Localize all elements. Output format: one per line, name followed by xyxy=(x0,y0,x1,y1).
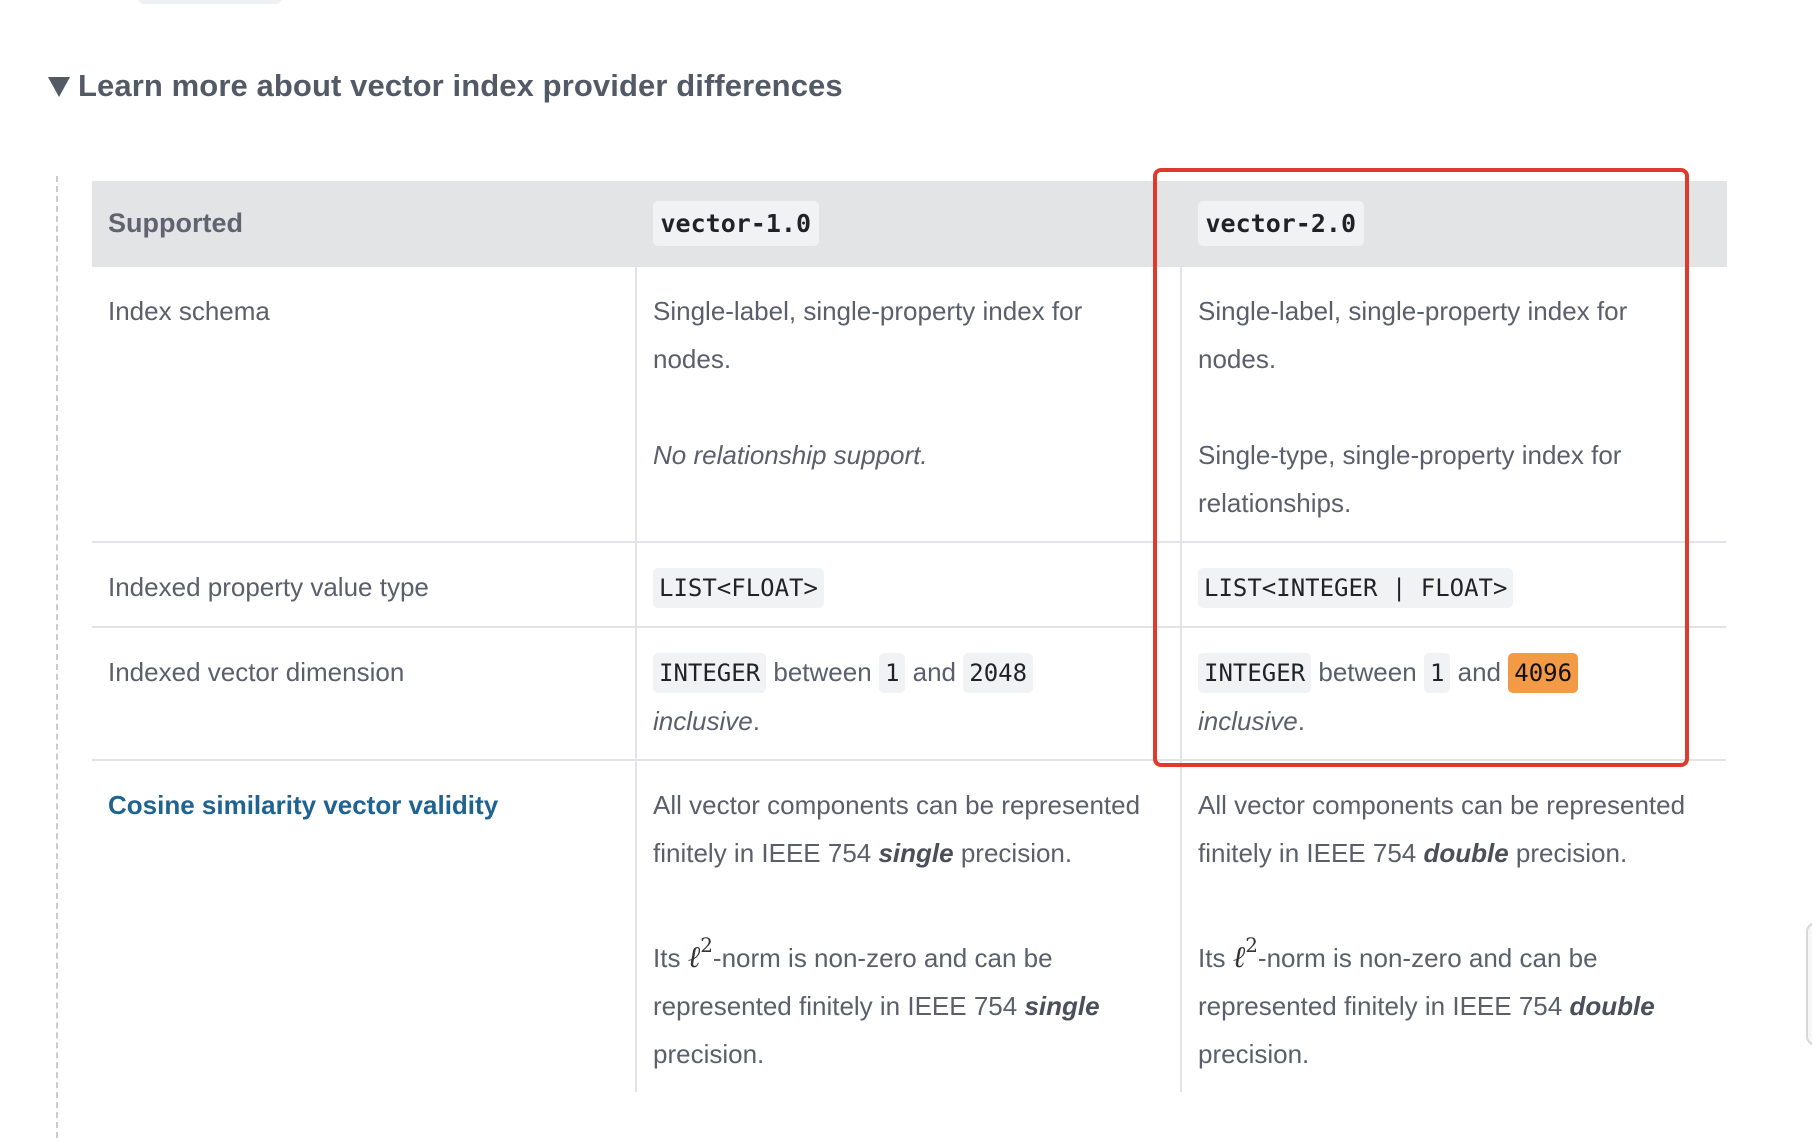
cell-value-type-v2: LIST<INTEGER | FLOAT> xyxy=(1180,541,1726,627)
row-label-cosine: Cosine similarity vector validity xyxy=(92,759,636,1092)
table-row: Indexed property value type LIST<FLOAT> … xyxy=(92,541,1726,627)
dimension-v2-between: between xyxy=(1318,657,1417,687)
details-summary[interactable]: Learn more about vector index provider d… xyxy=(48,68,843,104)
cosine-v1-norm-precision-word: single xyxy=(1024,991,1100,1021)
header-vector-1-code: vector-1.0 xyxy=(652,200,820,246)
edge-scroll-handle[interactable] xyxy=(1806,922,1812,1046)
header-vector-2: vector-2.0 xyxy=(1181,181,1727,266)
dimension-v2-inclusive: inclusive xyxy=(1198,706,1298,736)
cosine-v2-components: All vector components can be represented… xyxy=(1198,781,1710,877)
cosine-v1-its: Its xyxy=(653,943,681,973)
dimension-v1-and: and xyxy=(912,657,957,687)
cell-dimension-v1: INTEGER between 1 and 2048 inclusive. xyxy=(635,626,1181,760)
table-row: Indexed vector dimension INTEGER between… xyxy=(92,626,1726,760)
value-type-v2-code: LIST<INTEGER | FLOAT> xyxy=(1198,568,1514,608)
cosine-v1-norm: Its ℓ2-norm is non-zero and can be repre… xyxy=(653,925,1164,1078)
index-schema-v1-no-rel: No relationship support. xyxy=(653,440,928,470)
triangle-down-icon[interactable] xyxy=(48,77,70,97)
cell-index-schema-v2: Single-label, single-property index for … xyxy=(1180,265,1726,542)
dimension-v2-integer: INTEGER xyxy=(1198,653,1312,693)
cosine-v2-norm-precision-word: double xyxy=(1569,991,1655,1021)
table-row: Cosine similarity vector validity All ve… xyxy=(92,759,1726,1092)
cosine-v1-norm-precision: precision. xyxy=(653,1039,765,1069)
dimension-v1-min: 1 xyxy=(878,653,906,693)
cosine-v2-precision-word: double xyxy=(1423,838,1509,868)
dimension-v2-max-highlighted: 4096 xyxy=(1508,653,1579,693)
l2-norm-symbol: ℓ2 xyxy=(687,933,713,975)
dimension-v2-period: . xyxy=(1297,706,1305,736)
table-row: Index schema Single-label, single-proper… xyxy=(92,265,1726,542)
header-vector-1: vector-1.0 xyxy=(636,181,1182,266)
docs-page: Learn more about vector index provider d… xyxy=(0,0,1812,1138)
cosine-similarity-link[interactable]: Cosine similarity vector validity xyxy=(108,790,498,820)
dimension-v1-period: . xyxy=(752,706,760,736)
value-type-v1-code: LIST<FLOAT> xyxy=(653,568,824,608)
index-schema-v2-relationships: Single-type, single-property index for r… xyxy=(1198,440,1622,518)
details-summary-label[interactable]: Learn more about vector index provider d… xyxy=(78,68,843,104)
l2-norm-symbol: ℓ2 xyxy=(1232,933,1258,975)
cosine-v2-norm: Its ℓ2-norm is non-zero and can be repre… xyxy=(1198,925,1710,1078)
row-label-value-type: Indexed property value type xyxy=(92,541,636,627)
index-schema-v1-nodes: Single-label, single-property index for … xyxy=(653,296,1083,374)
top-code-stub xyxy=(138,0,282,4)
dimension-v2-min: 1 xyxy=(1423,653,1451,693)
header-supported: Supported xyxy=(92,181,637,266)
cosine-v2-its: Its xyxy=(1198,943,1226,973)
table-header-row: Supported vector-1.0 vector-2.0 xyxy=(92,181,1727,266)
row-label-index-schema: Index schema xyxy=(92,265,636,542)
header-vector-2-code: vector-2.0 xyxy=(1197,200,1365,246)
cell-cosine-v2: All vector components can be represented… xyxy=(1180,759,1726,1092)
provider-comparison-table: Supported vector-1.0 vector-2.0 Index sc… xyxy=(92,181,1727,1092)
dimension-v1-max: 2048 xyxy=(963,653,1034,693)
cell-index-schema-v1: Single-label, single-property index for … xyxy=(635,265,1181,542)
cosine-v1-precision-word: single xyxy=(878,838,954,868)
dimension-v1-inclusive: inclusive xyxy=(653,706,753,736)
row-label-dimension: Indexed vector dimension xyxy=(92,626,636,760)
dimension-v1-integer: INTEGER xyxy=(653,653,767,693)
cosine-v2-precision: precision. xyxy=(1515,838,1628,868)
cell-cosine-v1: All vector components can be represented… xyxy=(635,759,1181,1092)
index-schema-v2-nodes: Single-label, single-property index for … xyxy=(1198,296,1628,374)
cell-dimension-v2: INTEGER between 1 and 4096 inclusive. xyxy=(1180,626,1726,760)
cosine-v1-components: All vector components can be represented… xyxy=(653,781,1164,877)
dimension-v1-between: between xyxy=(773,657,872,687)
cosine-v2-norm-precision: precision. xyxy=(1198,1039,1310,1069)
details-border xyxy=(56,176,58,1138)
dimension-v2-and: and xyxy=(1457,657,1502,687)
cosine-v1-precision: precision. xyxy=(960,838,1073,868)
cell-value-type-v1: LIST<FLOAT> xyxy=(635,541,1181,627)
